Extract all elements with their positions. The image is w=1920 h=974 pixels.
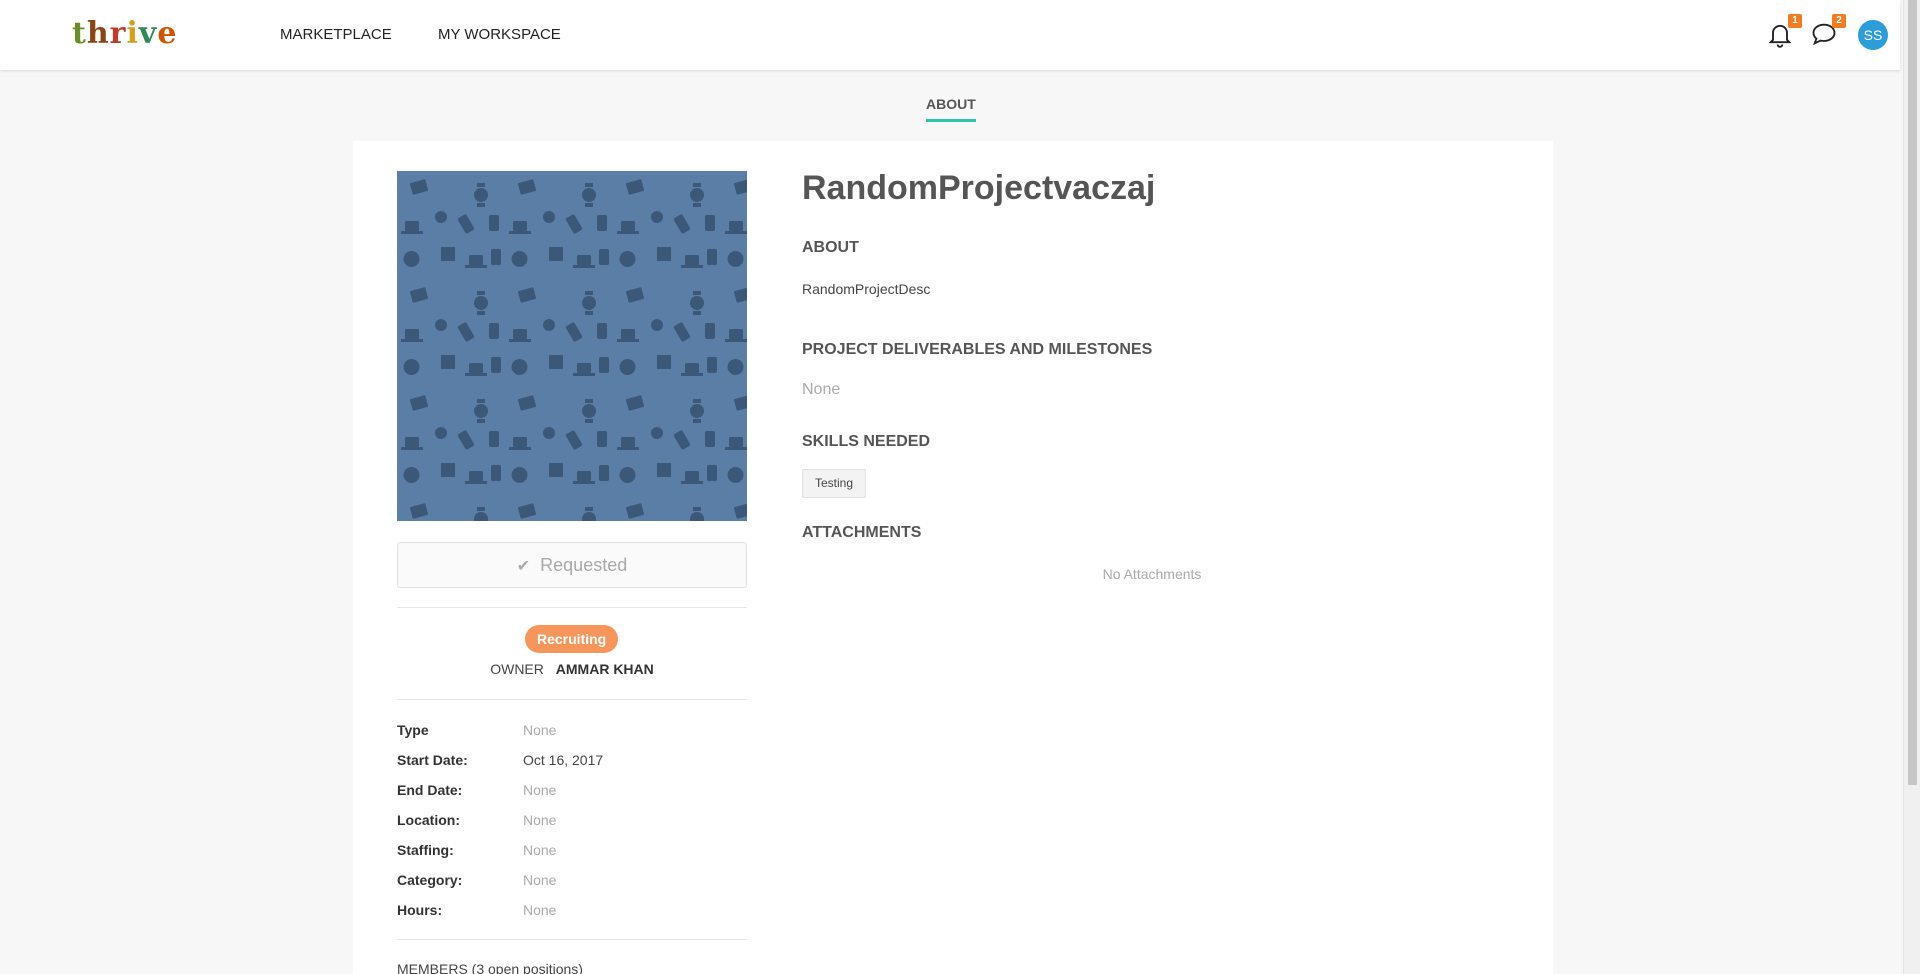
skills-heading: SKILLS NEEDED xyxy=(802,433,931,450)
status-badge: Recruiting xyxy=(525,625,619,653)
project-card: ✔ Requested Recruiting OWNER AMMAR KHAN T… xyxy=(353,141,1553,974)
meta-value: None xyxy=(523,722,557,738)
meta-value: None xyxy=(523,782,557,798)
project-title: RandomProjectvaczaj xyxy=(802,169,1156,207)
meta-key: Location: xyxy=(397,812,460,828)
meta-row-staffing: Staffing: None xyxy=(397,842,747,858)
skill-tag: Testing xyxy=(802,469,867,498)
meta-value: Oct 16, 2017 xyxy=(523,752,604,768)
divider xyxy=(397,939,747,940)
owner-line: OWNER AMMAR KHAN xyxy=(397,661,747,677)
meta-value: None xyxy=(523,812,557,828)
user-avatar[interactable]: SS xyxy=(1858,20,1888,50)
meta-row-location: Location: None xyxy=(397,812,747,828)
meta-key: Type xyxy=(397,722,429,738)
messages-badge: 2 xyxy=(1832,14,1846,28)
meta-row-category: Category: None xyxy=(397,872,747,888)
nav-my-workspace[interactable]: MY WORKSPACE xyxy=(438,26,561,43)
check-icon: ✔ xyxy=(516,558,531,575)
requested-button[interactable]: ✔ Requested xyxy=(397,542,747,588)
meta-key: Staffing: xyxy=(397,842,454,858)
notifications-badge: 1 xyxy=(1788,14,1802,28)
meta-key: Category: xyxy=(397,872,463,888)
nav-marketplace[interactable]: MARKETPLACE xyxy=(280,26,392,43)
page-scrollbar[interactable] xyxy=(1903,0,1920,974)
meta-value: None xyxy=(523,902,557,918)
project-image xyxy=(397,171,747,521)
meta-value: None xyxy=(523,842,557,858)
owner-name[interactable]: AMMAR KHAN xyxy=(556,661,654,677)
meta-key: Hours: xyxy=(397,902,443,918)
scrollbar-thumb[interactable] xyxy=(1908,0,1917,785)
deliverables-text: None xyxy=(802,381,841,398)
attachments-heading: ATTACHMENTS xyxy=(802,524,922,541)
thrive-logo[interactable]: thrive xyxy=(72,16,177,51)
divider xyxy=(397,607,747,608)
deliverables-heading: PROJECT DELIVERABLES AND MILESTONES xyxy=(802,341,1153,358)
messages-button[interactable]: 2 xyxy=(1810,14,1846,50)
tab-about[interactable]: ABOUT xyxy=(926,96,976,122)
meta-row-start-date: Start Date: Oct 16, 2017 xyxy=(397,752,747,768)
meta-key: End Date: xyxy=(397,782,463,798)
requested-label: Requested xyxy=(540,555,628,575)
no-attachments-text: No Attachments xyxy=(1102,566,1202,582)
meta-row-hours: Hours: None xyxy=(397,902,747,918)
meta-row-type: Type None xyxy=(397,722,747,738)
project-pattern-image xyxy=(397,171,747,521)
meta-value: None xyxy=(523,872,557,888)
about-text: RandomProjectDesc xyxy=(802,281,931,297)
notifications-button[interactable]: 1 xyxy=(1766,14,1802,50)
members-heading: MEMBERS (3 open positions) xyxy=(397,961,583,974)
owner-label: OWNER xyxy=(490,661,544,677)
about-heading: ABOUT xyxy=(802,239,859,256)
divider xyxy=(397,699,747,700)
top-navbar: thrive MARKETPLACE MY WORKSPACE 1 2 SS xyxy=(0,0,1900,70)
meta-row-end-date: End Date: None xyxy=(397,782,747,798)
meta-key: Start Date: xyxy=(397,752,468,768)
